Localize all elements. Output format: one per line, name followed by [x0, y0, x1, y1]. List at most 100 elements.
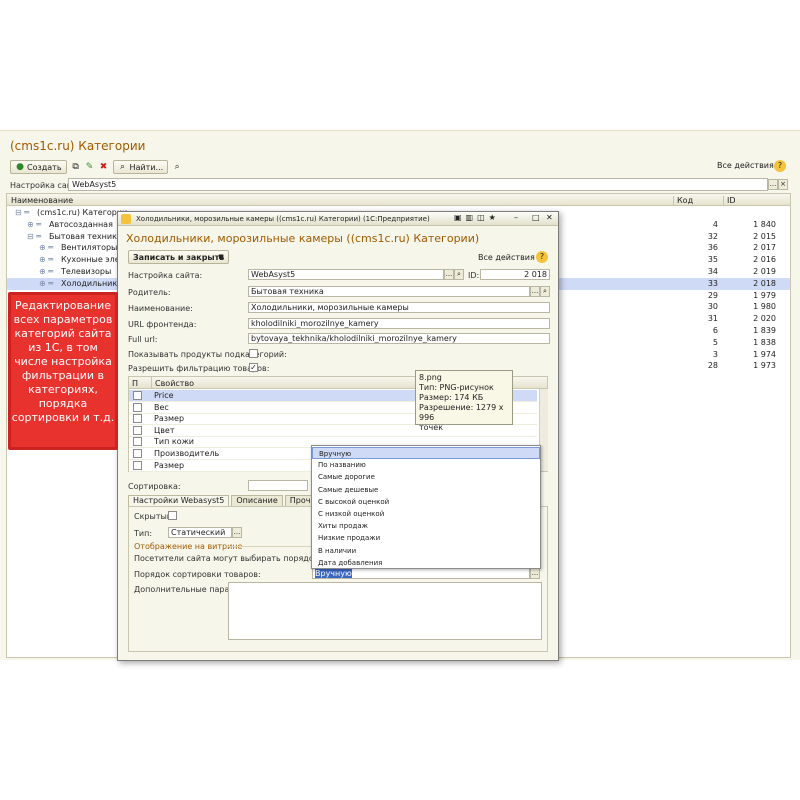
main-toolbar: ● Создать ⧉ ✎ ✖ ⌕ Найти... ⌕ — [10, 160, 182, 174]
sort-order-select-button[interactable]: ... — [530, 568, 540, 579]
dropdown-item[interactable]: С низкой оценкой — [312, 508, 540, 520]
copy-icon[interactable]: ⧉ — [71, 162, 81, 172]
url-label: URL фронтенда: — [128, 320, 197, 329]
site-filter-input[interactable]: WebAsyst5 — [68, 178, 768, 191]
delete-icon[interactable]: ✖ — [99, 162, 109, 172]
row-code: 31 — [707, 314, 718, 324]
tab-description[interactable]: Описание — [231, 495, 283, 506]
dropdown-item[interactable]: Вручную — [312, 447, 540, 459]
site-input[interactable]: WebAsyst5 — [248, 269, 444, 280]
save-icon[interactable]: ▪ — [216, 252, 226, 262]
dropdown-item[interactable]: Дата добавления — [312, 557, 540, 569]
row-id: 2 017 — [753, 243, 776, 253]
show-subcategories-label: Показывать продукты подкатегорий: — [128, 350, 287, 359]
image-tooltip: 8.png Тип: PNG-рисунок Размер: 174 КБ Ра… — [415, 370, 513, 432]
site-search-icon[interactable]: ⌕ — [454, 269, 464, 280]
cancel-search-icon[interactable]: ⌕ — [172, 162, 182, 172]
parent-search-icon[interactable]: ⌕ — [540, 286, 550, 297]
dropdown-item[interactable]: Самые дорогие — [312, 471, 540, 483]
property-name: Тип кожи — [154, 437, 194, 447]
tree-node-icon[interactable]: ⊕ ═ — [39, 279, 53, 288]
save-close-button[interactable]: Записать и закрыть — [128, 250, 230, 264]
dialog-help-icon[interactable]: ? — [536, 251, 548, 263]
column-name[interactable]: Наименование — [11, 196, 73, 205]
edit-icon[interactable]: ✎ — [85, 162, 95, 172]
property-name: Производитель — [154, 449, 220, 458]
showcase-title: Отображение на витрине — [134, 542, 243, 551]
dialog-heading: Холодильники, морозильные камеры ((cms1c… — [126, 232, 480, 245]
annotation-callout: Редактирование всех параметров категорий… — [8, 292, 118, 450]
create-button[interactable]: ● Создать — [10, 160, 67, 174]
row-id: 1 973 — [753, 361, 776, 371]
sort-order-dropdown: Вручную По названию Самые дорогие Самые деш… — [311, 445, 541, 569]
tree-node-icon[interactable]: ⊕ ═ — [39, 255, 53, 264]
maximize-icon[interactable]: □ — [532, 213, 540, 222]
dropdown-item[interactable]: В наличии — [312, 545, 540, 557]
tree-node-icon[interactable]: ⊕ ═ — [39, 243, 53, 252]
hidden-checkbox[interactable] — [168, 511, 177, 520]
find-button[interactable]: ⌕ Найти... — [112, 160, 169, 174]
dialog-all-actions[interactable]: Все действия ▾ — [478, 253, 541, 262]
property-checkbox[interactable] — [133, 402, 142, 412]
row-code: 32 — [707, 231, 718, 241]
row-id: 1 979 — [753, 290, 776, 300]
row-code: 28 — [707, 361, 718, 371]
type-input[interactable]: Статический — [168, 527, 232, 538]
column-id[interactable]: ID — [723, 196, 736, 206]
extra-params-textarea[interactable] — [228, 582, 542, 640]
dropdown-item[interactable]: Самые дешевые — [312, 484, 540, 496]
dropdown-item[interactable]: Низкие продажи — [312, 532, 540, 544]
dropdown-item[interactable]: Хиты продаж — [312, 520, 540, 532]
filter-clear-button[interactable]: × — [778, 179, 788, 190]
category-dialog: Холодильники, морозильные камеры ((cms1c… — [117, 211, 559, 661]
type-select-button[interactable]: ... — [232, 527, 242, 538]
property-checkbox[interactable] — [133, 414, 142, 424]
dropdown-item[interactable]: С высокой оценкой — [312, 496, 540, 508]
parent-input[interactable]: Бытовая техника — [248, 286, 530, 297]
name-label: Наименование: — [128, 304, 193, 313]
close-icon[interactable]: ✕ — [546, 213, 553, 222]
dropdown-item[interactable]: По названию — [312, 459, 540, 471]
row-code: 29 — [707, 290, 718, 300]
sort-order-input[interactable]: Вручную — [312, 568, 530, 579]
row-id: 1 980 — [753, 302, 776, 312]
row-id: 1 974 — [753, 349, 776, 359]
show-subcategories-checkbox[interactable] — [249, 349, 258, 358]
search-icon: ⌕ — [120, 162, 126, 172]
minimize-icon[interactable]: – — [514, 213, 518, 222]
name-input[interactable]: Холодильники, морозильные камеры — [248, 302, 550, 313]
tree-node-icon[interactable]: ⊕ ═ — [27, 220, 41, 229]
site-label: Настройка сайта: — [128, 271, 203, 280]
id-input[interactable]: 2 018 — [480, 269, 550, 280]
site-select-button[interactable]: ... — [444, 269, 454, 280]
row-code: 6 — [712, 326, 718, 335]
tree-node-icon[interactable]: ⊟ ═ — [27, 232, 41, 241]
row-name: Телевизоры — [61, 267, 112, 276]
tab-settings[interactable]: Настройки Webasyst5 — [128, 495, 230, 506]
property-checkbox[interactable] — [133, 449, 142, 458]
tree-node-icon[interactable]: ⊕ ═ — [39, 267, 53, 276]
filter-select-button[interactable]: ... — [768, 179, 778, 190]
property-checkbox[interactable] — [133, 391, 142, 400]
property-checkbox[interactable] — [133, 460, 142, 470]
row-id: 2 015 — [753, 231, 776, 241]
property-checkbox[interactable] — [133, 437, 142, 447]
column-code[interactable]: Код — [673, 196, 693, 206]
property-name: Размер — [154, 414, 185, 424]
row-id: 2 016 — [753, 255, 776, 265]
id-label: ID: — [468, 271, 480, 280]
property-checkbox[interactable] — [133, 425, 142, 435]
fullurl-input[interactable]: bytovaya_tekhnika/kholodilniki_morozilny… — [248, 333, 550, 344]
property-name: Размер — [154, 460, 185, 470]
help-icon[interactable]: ? — [774, 160, 786, 172]
sort-label: Сортировка: — [128, 482, 181, 491]
allow-filter-checkbox[interactable]: ✓ — [249, 363, 258, 372]
row-code: 4 — [712, 219, 718, 229]
window-tools-icon[interactable]: ▣▥◫★ — [454, 213, 500, 222]
row-code: 3 — [712, 349, 718, 359]
tree-node-icon[interactable]: ⊟ ═ — [15, 208, 29, 217]
all-actions-button[interactable]: Все действия ▾ — [717, 161, 780, 170]
sort-input[interactable] — [248, 480, 308, 491]
parent-select-button[interactable]: ... — [530, 286, 540, 297]
url-input[interactable]: kholodilniki_morozilnye_kamery — [248, 318, 550, 329]
